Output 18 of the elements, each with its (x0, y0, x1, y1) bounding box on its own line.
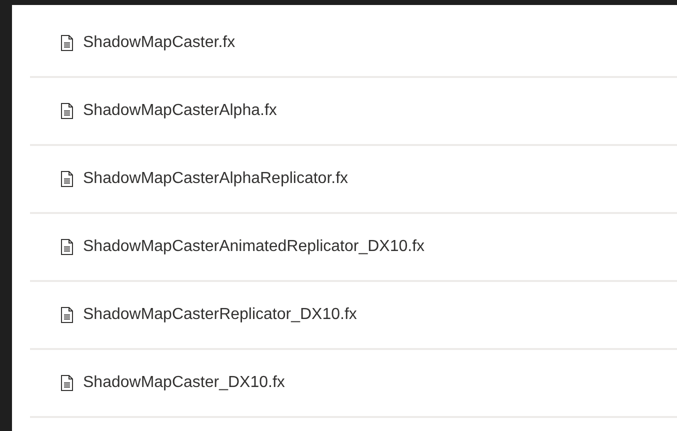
document-icon (60, 35, 74, 51)
file-row[interactable]: ShadowMapCasterAlphaReplicator.fx (30, 146, 677, 214)
file-name: ShadowMapCasterAnimatedReplicator_DX10.fx (83, 237, 425, 257)
document-icon (60, 103, 74, 119)
file-row[interactable]: ShadowMapCasterAnimatedReplicator_DX10.fx (30, 214, 677, 282)
file-name: ShadowMapCasterAlphaReplicator.fx (83, 169, 348, 189)
document-icon (60, 239, 74, 255)
file-row[interactable]: ShadowMapCasterAlpha.fx (30, 78, 677, 146)
file-name: ShadowMapCasterReplicator_DX10.fx (83, 305, 357, 325)
file-row[interactable]: ShadowMapCaster_DX10.fx (30, 350, 677, 418)
document-icon (60, 307, 74, 323)
file-row[interactable]: ShadowMapCasterReplicator_DX10.fx (30, 282, 677, 350)
file-row[interactable]: ShadowMapCaster.fx (30, 10, 677, 78)
file-name: ShadowMapCaster.fx (83, 33, 236, 53)
file-name: ShadowMapCasterAlpha.fx (83, 101, 277, 121)
document-icon (60, 171, 74, 187)
document-icon (60, 375, 74, 391)
file-name: ShadowMapCaster_DX10.fx (83, 373, 285, 393)
